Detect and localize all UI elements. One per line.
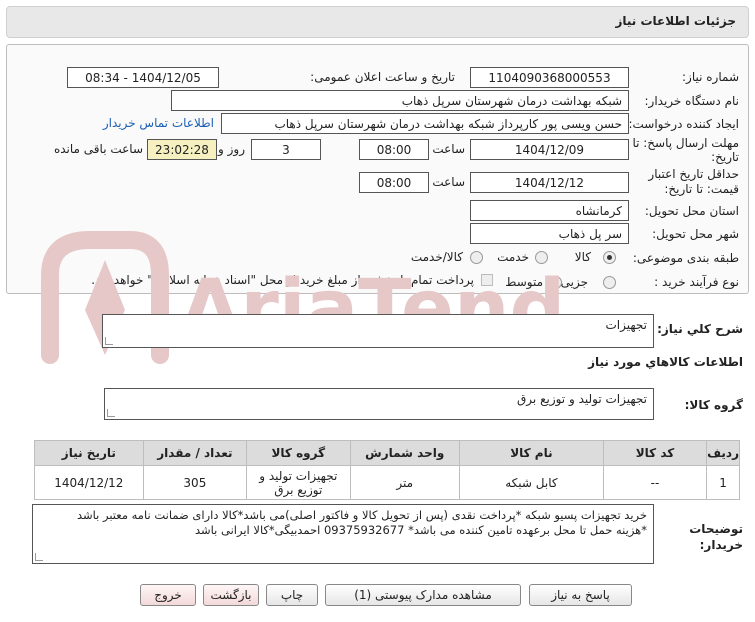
buyer-org-label: نام دستگاه خریدار: <box>644 94 740 108</box>
creator-label: ایجاد کننده درخواست: <box>628 117 739 131</box>
validity-date-field[interactable]: 1404/12/12 <box>470 172 629 193</box>
category-label: طبقه بندی موضوعی: <box>632 251 739 265</box>
category-radio-goods[interactable] <box>603 251 616 264</box>
category-radio-goods-service[interactable] <box>470 251 483 264</box>
cell-date: 1404/12/12 <box>34 465 144 500</box>
reply-button[interactable]: پاسخ به نیاز <box>529 584 632 606</box>
category-option-service: خدمت <box>497 250 529 264</box>
remaining-time-field: 23:02:28 <box>147 139 217 160</box>
table-header-row: ردیف کد کالا نام کالا واحد شمارش گروه کا… <box>34 440 740 466</box>
validity-label-line2: قیمت: تا تاریخ: <box>664 182 739 196</box>
buyer-notes-label-line2: خریدار: <box>699 538 743 552</box>
category-radio-service[interactable] <box>535 251 548 264</box>
description-field[interactable]: تجهیزات <box>102 314 654 348</box>
title-bar: جزئیات اطلاعات نیاز <box>0 0 755 44</box>
page-frame: جزئیات اطلاعات نیاز شماره نیاز: 11040903… <box>0 0 755 622</box>
process-option-minor: جزیی <box>560 275 588 289</box>
announce-date-label: تاریخ و ساعت اعلان عمومی: <box>310 70 455 84</box>
buyer-org-field[interactable]: شبکه بهداشت درمان شهرستان سرپل ذهاب <box>171 90 629 111</box>
deadline-date-field[interactable]: 1404/12/09 <box>470 139 629 160</box>
process-radio-minor[interactable] <box>603 276 616 289</box>
treasury-note: پرداخت تمام یا بخشی از مبلغ خرید،از محل … <box>91 273 474 287</box>
category-option-goods-service: کالا/خدمت <box>410 250 463 264</box>
remaining-time-label: ساعت باقی مانده <box>53 142 143 156</box>
cell-name: کابل شبکه <box>458 465 604 500</box>
cell-qty: 305 <box>142 465 248 500</box>
cell-index: 1 <box>706 465 740 500</box>
cell-unit: متر <box>349 465 460 500</box>
city-label: شهر محل تحویل: <box>652 227 739 241</box>
deadline-time-label: ساعت <box>432 142 465 156</box>
resize-grip-icon[interactable] <box>105 337 113 345</box>
col-name-header: نام کالا <box>458 440 604 466</box>
buyer-notes-line2: *هزینه حمل تا محل برعهده تامین کننده می … <box>194 523 647 537</box>
col-group-header: گروه کالا <box>246 440 351 466</box>
category-option-goods: کالا <box>574 250 591 264</box>
need-number-field[interactable]: 1104090368000553 <box>470 67 629 88</box>
deadline-label-line2: تاریخ: <box>711 150 739 164</box>
announce-date-field[interactable]: 1404/12/05 - 08:34 <box>67 67 219 88</box>
process-type-label: نوع فرآیند خرید : <box>654 275 739 289</box>
creator-field[interactable]: حسن ویسی پور کارپرداز شبکه بهداشت درمان … <box>221 113 629 134</box>
process-radio-medium[interactable] <box>549 276 562 289</box>
print-button[interactable]: چاپ <box>266 584 318 606</box>
col-index-header: ردیف <box>706 440 740 466</box>
province-label: استان محل تحویل: <box>644 204 739 218</box>
goods-info-title: اطلاعات كالاهاي مورد نياز <box>588 355 743 369</box>
need-number-label: شماره نیاز: <box>682 70 739 84</box>
view-attachments-button[interactable]: مشاهده مدارک پیوستی (1) <box>325 584 521 606</box>
items-table: ردیف کد کالا نام کالا واحد شمارش گروه کا… <box>34 440 740 500</box>
deadline-time-field[interactable]: 08:00 <box>359 139 429 160</box>
col-qty-header: تعداد / مقدار <box>142 440 248 466</box>
province-field[interactable]: کرمانشاه <box>470 200 629 221</box>
exit-button[interactable]: خروج <box>140 584 196 606</box>
contact-info-link[interactable]: اطلاعات تماس خریدار <box>103 116 214 130</box>
buyer-notes-line1: خرید تجهیزات پسیو شبکه *پرداخت نقدی (پس … <box>76 508 647 522</box>
days-remaining-field[interactable]: 3 <box>251 139 321 160</box>
treasury-checkbox[interactable] <box>481 274 493 286</box>
col-unit-header: واحد شمارش <box>349 440 460 466</box>
description-label: شرح كلي نياز: <box>657 322 743 336</box>
deadline-label-line1: مهلت ارسال پاسخ: تا <box>632 136 739 150</box>
process-option-medium: متوسط <box>505 275 543 289</box>
page-title: جزئیات اطلاعات نیاز <box>6 6 749 38</box>
buyer-notes-label-line1: توضیحات <box>689 522 743 536</box>
resize-grip-icon[interactable] <box>107 409 115 417</box>
validity-time-field[interactable]: 08:00 <box>359 172 429 193</box>
description-text: تجهیزات <box>605 318 648 332</box>
goods-group-label: گروه کالا: <box>684 398 743 412</box>
days-label: روز و <box>218 142 245 156</box>
buyer-notes-field[interactable]: خرید تجهیزات پسیو شبکه *پرداخت نقدی (پس … <box>32 504 654 564</box>
validity-time-label: ساعت <box>432 175 465 189</box>
resize-grip-icon[interactable] <box>35 553 43 561</box>
cell-code: -- <box>602 465 708 500</box>
goods-group-field[interactable]: تجهیزات تولید و توزیع برق <box>104 388 654 420</box>
table-row[interactable]: 1 -- کابل شبکه متر تجهیزات تولید و توزیع… <box>34 465 740 500</box>
city-field[interactable]: سر پل ذهاب <box>470 223 629 244</box>
back-button[interactable]: بازگشت <box>203 584 259 606</box>
validity-label-line1: حداقل تاریخ اعتبار <box>648 167 739 181</box>
goods-group-text: تجهیزات تولید و توزیع برق <box>517 392 647 406</box>
col-date-header: تاریخ نیاز <box>34 440 144 466</box>
col-code-header: کد کالا <box>602 440 708 466</box>
cell-group: تجهیزات تولید و توزیع برق <box>246 465 351 500</box>
